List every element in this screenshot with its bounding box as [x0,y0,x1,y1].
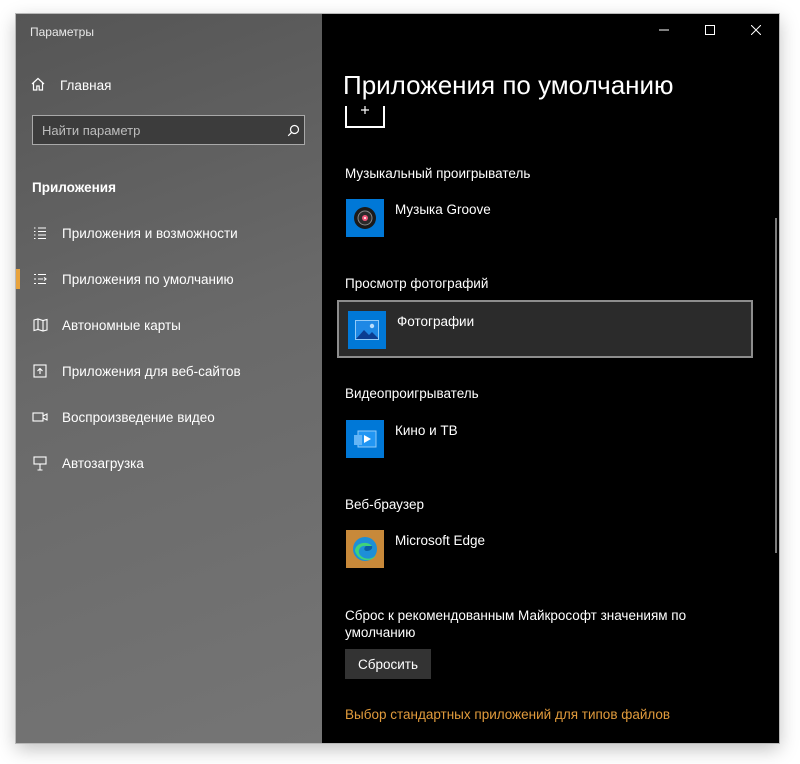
search-box[interactable] [32,115,305,145]
sidebar-item-label: Воспроизведение видео [62,409,215,425]
home-link[interactable]: Главная [30,76,111,95]
music-app-button[interactable]: Музыка Groove [337,190,753,248]
file-types-link[interactable]: Выбор стандартных приложений для типов ф… [345,707,670,722]
photos-icon [348,311,386,349]
search-input[interactable] [33,121,282,139]
category-browser-label: Веб-браузер [345,497,424,512]
reset-button[interactable]: Сбросить [345,649,431,679]
sidebar-item-label: Приложения и возможности [62,225,238,241]
section-title: Приложения [32,180,116,195]
music-app-name: Музыка Groove [395,202,491,217]
window-title: Параметры [30,25,94,39]
groove-music-icon [346,199,384,237]
window-controls [641,14,779,46]
sidebar-item-startup[interactable]: Автозагрузка [16,440,322,486]
search-icon[interactable] [282,124,304,137]
category-music-label: Музыкальный проигрыватель [345,166,531,181]
close-icon [751,25,761,35]
close-button[interactable] [733,14,779,46]
apps-list-icon [32,225,48,241]
main-panel: Приложения по умолчанию Музыкальный прои… [322,14,779,743]
photos-app-name: Фотографии [397,314,475,329]
sidebar-nav: Приложения и возможности Приложения по у… [16,210,322,486]
sidebar-item-offline-maps[interactable]: Автономные карты [16,302,322,348]
video-icon [32,409,48,425]
movies-tv-icon [346,420,384,458]
scrollbar[interactable] [775,218,777,553]
active-indicator [16,269,20,289]
browser-app-button[interactable]: Microsoft Edge [337,521,753,579]
sidebar-item-label: Приложения по умолчанию [62,271,234,287]
choose-default-tile[interactable] [345,106,385,128]
sidebar-item-label: Приложения для веб-сайтов [62,363,241,379]
minimize-button[interactable] [641,14,687,46]
map-icon [32,317,48,333]
category-video-label: Видеопроигрыватель [345,386,479,401]
home-label: Главная [60,78,112,93]
maximize-button[interactable] [687,14,733,46]
settings-window: Параметры Главная Приложения [16,14,779,743]
edge-icon [346,530,384,568]
sidebar-item-web-apps[interactable]: Приложения для веб-сайтов [16,348,322,394]
category-photos-label: Просмотр фотографий [345,276,489,291]
browser-app-name: Microsoft Edge [395,533,486,548]
minimize-icon [659,29,669,31]
sidebar-item-label: Автономные карты [62,317,181,333]
sidebar-item-apps-features[interactable]: Приложения и возможности [16,210,322,256]
photos-app-button[interactable]: Фотографии [337,300,753,358]
web-app-icon [32,363,48,379]
sidebar: Параметры Главная Приложения [16,14,322,743]
video-app-name: Кино и ТВ [395,423,458,438]
home-icon [30,76,46,95]
sidebar-item-video-playback[interactable]: Воспроизведение видео [16,394,322,440]
default-apps-icon [32,271,48,287]
maximize-icon [705,25,715,35]
sidebar-item-default-apps[interactable]: Приложения по умолчанию [16,256,322,302]
plus-icon [361,106,369,114]
reset-description: Сброс к рекомендованным Майкрософт значе… [345,608,687,640]
page-title: Приложения по умолчанию [343,70,674,100]
video-app-button[interactable]: Кино и ТВ [337,411,753,469]
sidebar-item-label: Автозагрузка [62,455,144,471]
startup-icon [32,455,48,471]
